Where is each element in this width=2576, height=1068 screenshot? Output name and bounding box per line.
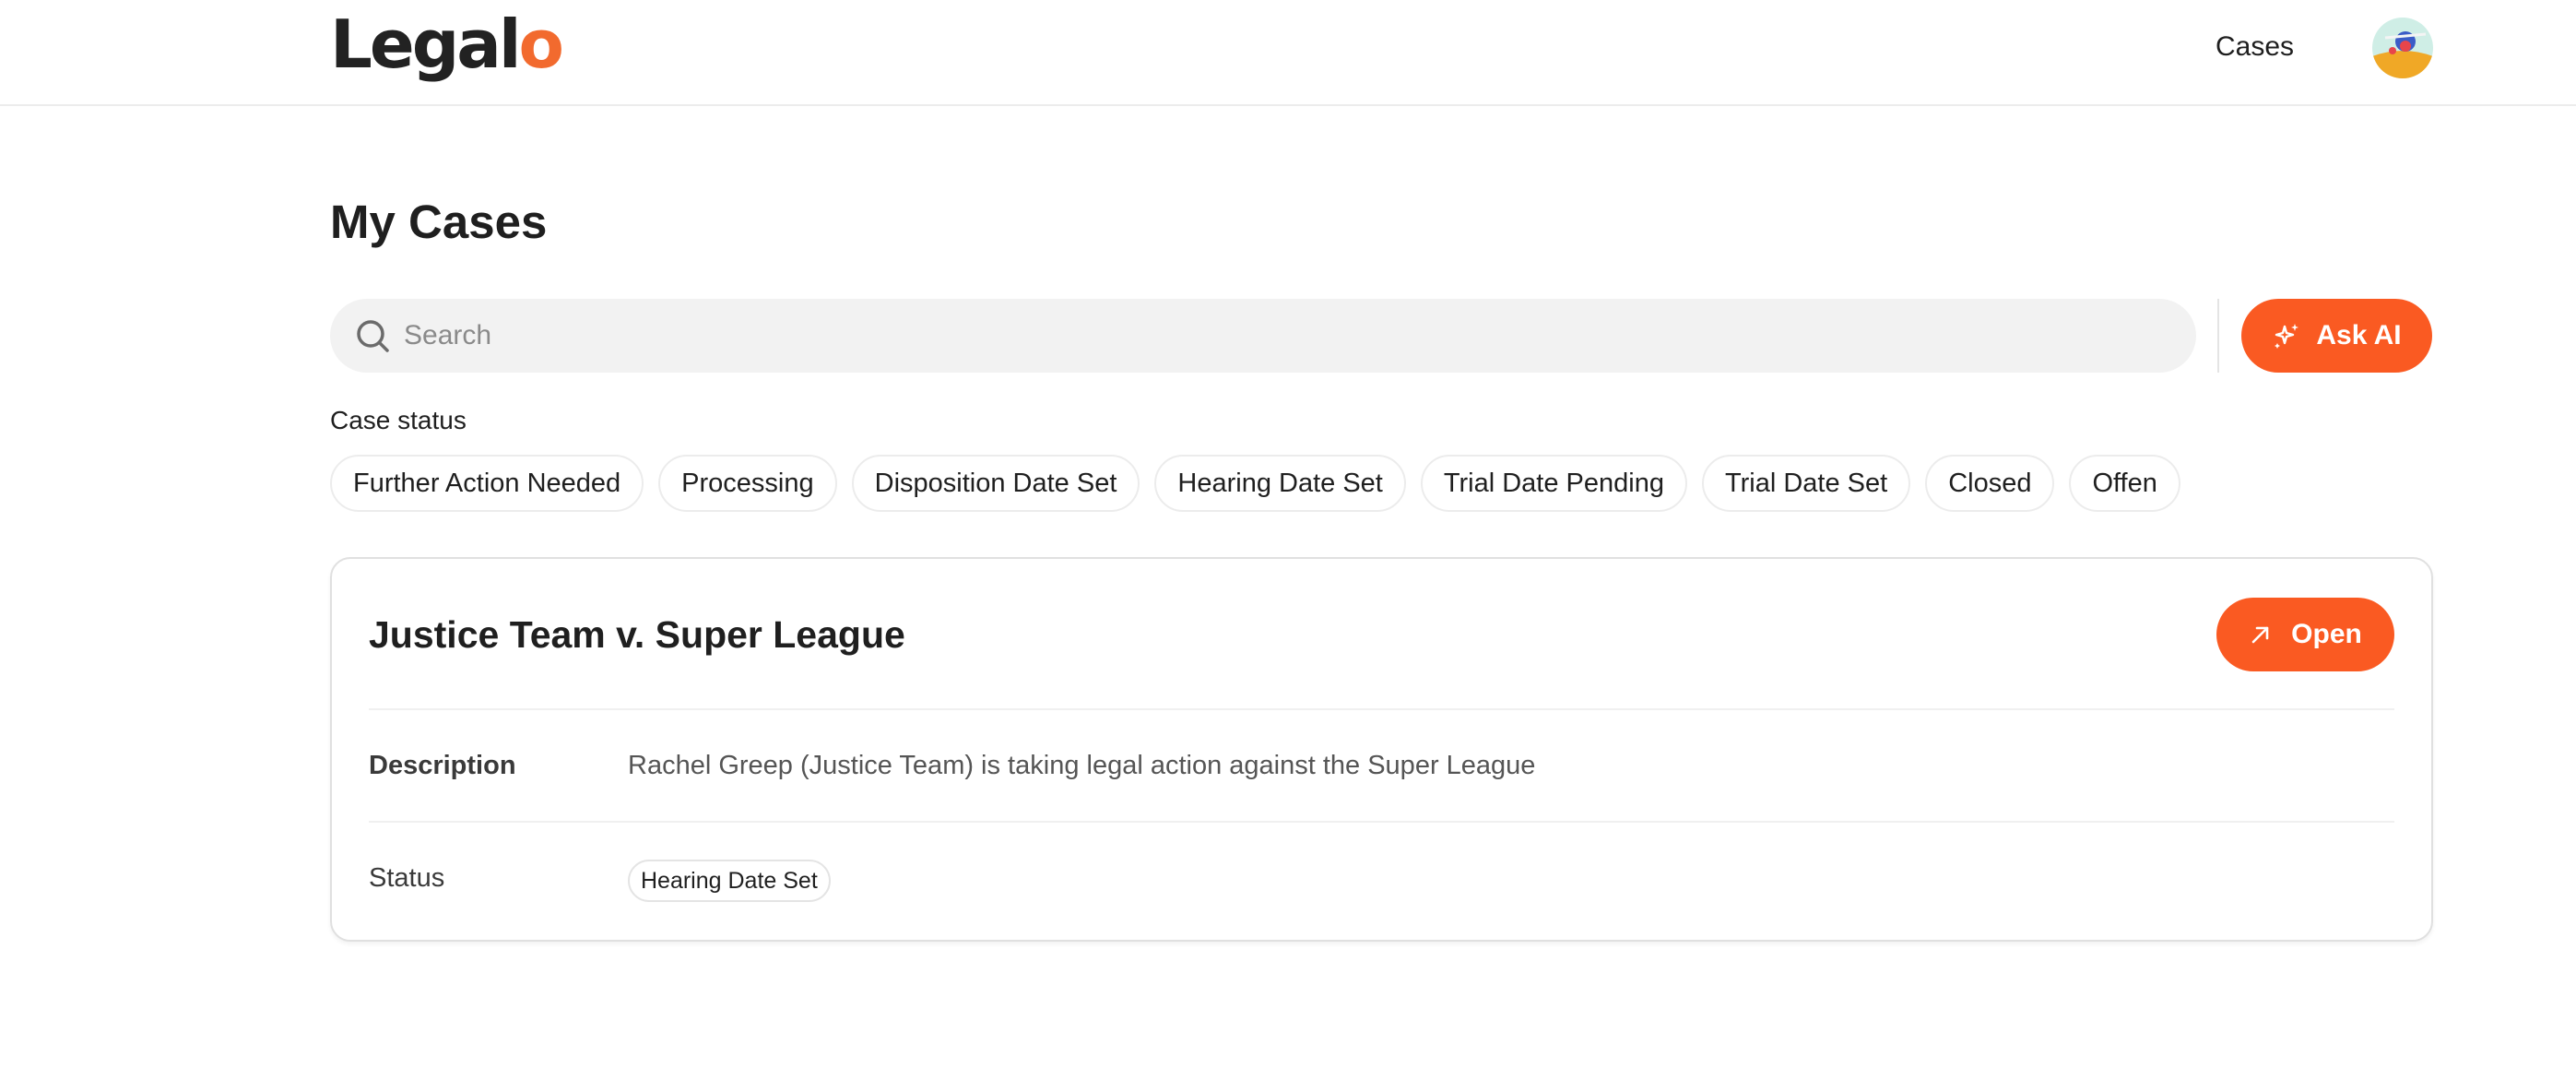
case-status-label: Case status (330, 406, 467, 434)
ask-ai-button[interactable]: Ask AI (2241, 299, 2432, 373)
nav-link-cases[interactable]: Cases (2216, 30, 2294, 65)
filter-chip-disposition-date-set[interactable]: Disposition Date Set (851, 455, 1140, 512)
case-card: Justice Team v. Super League Open Descri… (330, 557, 2433, 942)
top-navbar: Legalo Cases (0, 0, 2576, 106)
arrow-up-right-icon (2251, 626, 2269, 644)
status-filter-chips: Further Action Needed Processing Disposi… (330, 455, 2180, 512)
open-button-label: Open (2291, 619, 2362, 649)
search-icon (357, 320, 389, 352)
filter-chip-closed[interactable]: Closed (1925, 455, 2055, 512)
avatar-illustration-icon (2372, 18, 2433, 78)
logo-accent-letter: o (518, 6, 564, 83)
filter-chip-processing[interactable]: Processing (658, 455, 837, 512)
search-input[interactable] (404, 299, 2156, 373)
status-label: Status (369, 863, 445, 893)
description-label: Description (369, 751, 516, 780)
avatar[interactable] (2372, 18, 2433, 78)
filter-chip-trial-date-set[interactable]: Trial Date Set (1701, 455, 1911, 512)
filter-chip-further-action-needed[interactable]: Further Action Needed (330, 455, 644, 512)
search-divider (2217, 299, 2219, 373)
page-title: My Cases (330, 196, 548, 248)
card-divider (369, 708, 2394, 710)
logo-text: Legal (330, 6, 522, 83)
ask-ai-label: Ask AI (2316, 320, 2402, 350)
case-title: Justice Team v. Super League (369, 613, 905, 656)
description-value: Rachel Greep (Justice Team) is taking le… (628, 751, 1536, 780)
sparkle-icon (2275, 324, 2299, 349)
search-bar[interactable] (330, 299, 2196, 373)
filter-chip-trial-date-pending[interactable]: Trial Date Pending (1420, 455, 1687, 512)
card-divider (369, 821, 2394, 823)
status-badge: Hearing Date Set (628, 860, 831, 902)
open-case-button[interactable]: Open (2216, 598, 2394, 671)
filter-chip-hearing-date-set[interactable]: Hearing Date Set (1154, 455, 1406, 512)
legalo-logo[interactable]: Legalo (330, 6, 564, 83)
filter-chip-offen[interactable]: Offen (2069, 455, 2180, 512)
